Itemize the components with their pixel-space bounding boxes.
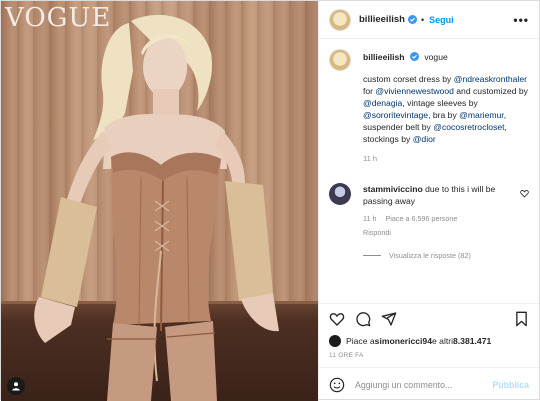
- post-side-panel: billieeilish • Segui ••• billieeilish vo…: [318, 1, 539, 401]
- heart-icon[interactable]: [520, 189, 529, 198]
- post-date: 11 ORE FA: [329, 352, 364, 359]
- mention-link[interactable]: @mariemur: [459, 110, 504, 120]
- caption-avatar[interactable]: [329, 49, 351, 71]
- caption-text-segment: and customized by: [453, 86, 528, 96]
- caption: billieeilish vogue custom corset dress b…: [329, 49, 529, 165]
- commenter-username[interactable]: stammiviccino: [363, 184, 423, 194]
- comment-item: stammiviccino due to this i will be pass…: [329, 183, 529, 239]
- mention-link[interactable]: @denagia: [363, 98, 402, 108]
- share-icon[interactable]: [381, 311, 397, 327]
- reply-button[interactable]: Rispondi: [363, 228, 391, 237]
- comments-area[interactable]: billieeilish vogue custom corset dress b…: [319, 39, 539, 303]
- likes-summary[interactable]: Piace a simonericci94 e altri 8.381.471: [319, 333, 539, 349]
- publish-button[interactable]: Pubblica: [492, 380, 529, 390]
- author-username[interactable]: billieeilish: [359, 14, 405, 25]
- caption-text-segment: custom corset dress by: [363, 74, 454, 84]
- comment-likes[interactable]: Piace a 6.596 persone: [385, 214, 457, 223]
- header-separator: •: [420, 14, 425, 25]
- commenter-avatar[interactable]: [329, 183, 351, 205]
- mention-link[interactable]: @ndreaskronthaler: [454, 74, 527, 84]
- bookmark-icon[interactable]: [514, 311, 529, 327]
- caption-body: billieeilish vogue custom corset dress b…: [363, 49, 529, 165]
- person-icon[interactable]: [7, 377, 25, 395]
- comment-body: stammiviccino due to this i will be pass…: [363, 183, 511, 239]
- verified-badge-icon: [409, 52, 419, 61]
- caption-time: 11 h: [363, 154, 378, 163]
- mention-link[interactable]: @cocosretrocloset: [433, 122, 504, 132]
- comment-input[interactable]: Aggiungi un commento...: [355, 380, 492, 390]
- view-replies-button[interactable]: Visualizza le risposte (82): [363, 251, 529, 260]
- likes-middle: e altri: [432, 336, 454, 346]
- mention-link[interactable]: @dior: [413, 134, 436, 144]
- woman-in-corset-figure: [34, 14, 279, 401]
- caption-username[interactable]: billieeilish: [363, 52, 405, 62]
- comment-time: 11 h: [363, 214, 377, 223]
- caption-text-segment: , vintage sleeves by: [402, 98, 478, 108]
- add-comment-bar: Aggiungi un commento... Pubblica: [319, 367, 539, 401]
- instagram-post: VOGUE billieeilish • Segui ••• billieeil…: [0, 0, 540, 401]
- post-header: billieeilish • Segui •••: [319, 1, 539, 39]
- view-replies-label: Visualizza le risposte (82): [389, 251, 471, 260]
- liker-avatar: [329, 335, 341, 347]
- liker-username[interactable]: simonericci94: [375, 336, 432, 346]
- action-bar: [319, 303, 539, 333]
- caption-text-segment: for: [363, 86, 376, 96]
- comment-icon[interactable]: [355, 311, 371, 327]
- follow-button[interactable]: Segui: [429, 15, 454, 25]
- caption-coauthor[interactable]: vogue: [424, 52, 447, 62]
- replies-divider-line: [363, 255, 381, 256]
- mention-link[interactable]: @viviennewestwood: [375, 86, 453, 96]
- post-photo[interactable]: VOGUE: [1, 1, 318, 401]
- next-comment-peek: [329, 282, 529, 288]
- likes-prefix: Piace a: [346, 336, 375, 346]
- emoji-icon[interactable]: [329, 377, 345, 393]
- author-avatar[interactable]: [329, 8, 351, 31]
- mention-link[interactable]: @sororitevintage: [363, 110, 428, 120]
- more-horizontal-icon[interactable]: •••: [513, 13, 529, 27]
- comment-meta: 11 h Piace a 6.596 persone Rispondi: [363, 213, 511, 239]
- likes-count[interactable]: 8.381.471: [453, 336, 491, 346]
- caption-text-segment: , bra by: [428, 110, 460, 120]
- caption-text: custom corset dress by @ndreaskronthaler…: [363, 73, 529, 145]
- vogue-logo: VOGUE: [5, 3, 112, 33]
- verified-badge-icon: [407, 15, 417, 24]
- heart-icon[interactable]: [329, 311, 345, 327]
